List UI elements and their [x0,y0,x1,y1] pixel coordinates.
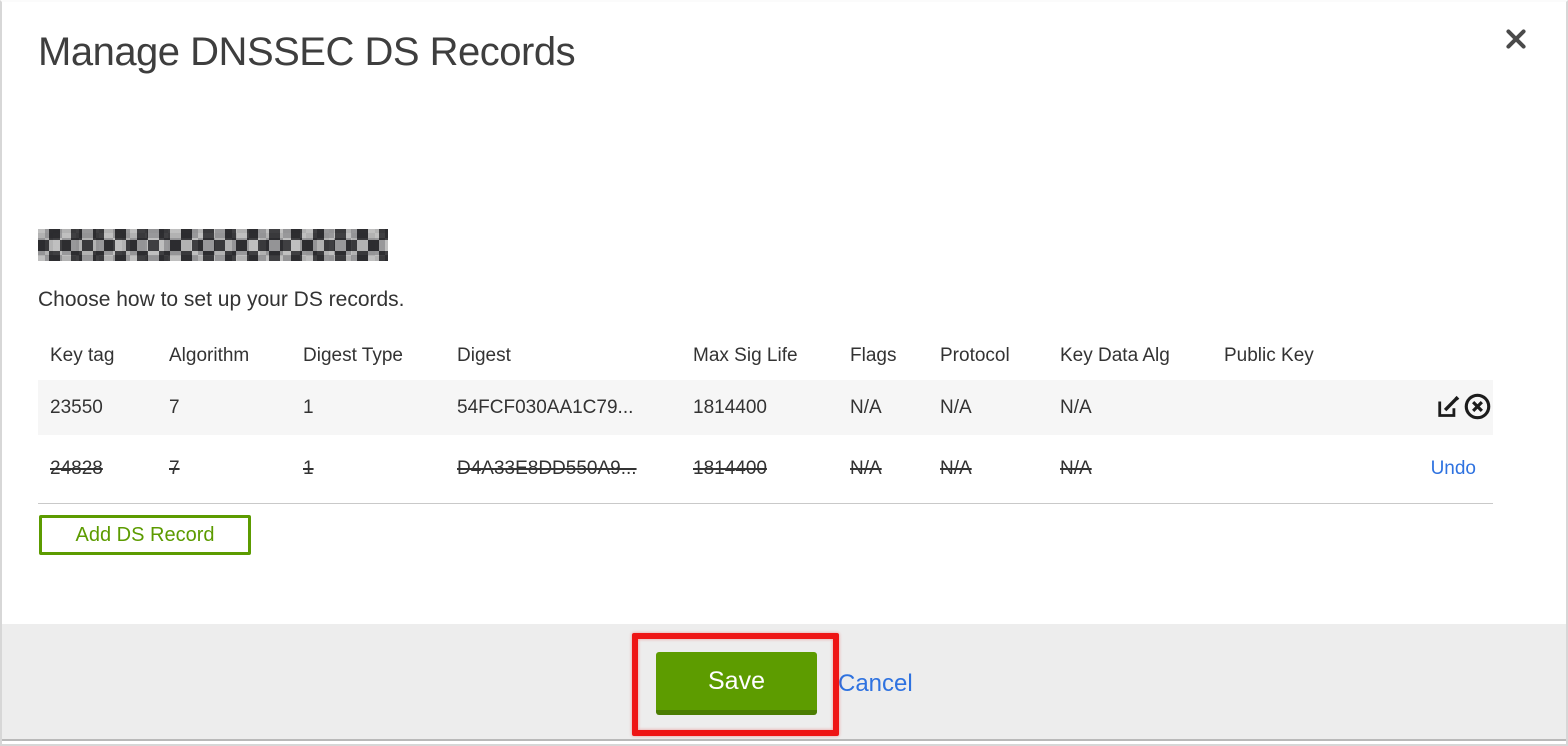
cell-algorithm: 7 [169,458,180,479]
cell-protocol: N/A [940,396,972,418]
cell-flags: N/A [850,396,882,418]
row-actions: Undo [1411,458,1493,480]
close-icon [1502,28,1530,56]
cell-key-tag: 24828 [50,458,103,479]
delete-circle-icon [1463,392,1492,424]
col-header-max-sig-life: Max Sig Life [693,345,798,366]
cell-max-sig-life: 1814400 [693,458,767,479]
edit-record-button[interactable] [1434,394,1462,422]
save-button[interactable]: Save [656,652,817,715]
col-header-key-tag: Key tag [50,345,115,366]
col-header-flags: Flags [850,345,897,366]
edit-icon [1435,393,1462,423]
dnssec-modal: Manage DNSSEC DS Records Choose how to s… [0,0,1568,746]
cell-key-data-alg: N/A [1060,458,1092,479]
cell-key-data-alg: N/A [1060,396,1092,418]
undo-link[interactable]: Undo [1431,458,1491,480]
window-bottom-divider [2,739,1566,741]
col-header-algorithm: Algorithm [169,345,250,366]
cell-digest-type: 1 [303,396,314,418]
setup-instruction-text: Choose how to set up your DS records. [38,288,405,311]
table-header-row: Key tag Algorithm Digest Type Digest Max… [38,332,1493,380]
col-header-digest: Digest [457,345,511,366]
redacted-domain-name [38,229,388,261]
ds-records-table: Key tag Algorithm Digest Type Digest Max… [38,332,1493,504]
modal-footer: Save Cancel [2,624,1566,739]
cell-digest: D4A33E8DD550A9... [457,458,637,479]
cell-key-tag: 23550 [50,396,103,418]
cell-digest: 54FCF030AA1C79... [457,396,634,418]
col-header-public-key: Public Key [1224,345,1314,366]
cell-max-sig-life: 1814400 [693,396,767,418]
cell-flags: N/A [850,458,882,479]
col-header-key-data-alg: Key Data Alg [1060,345,1170,366]
cell-protocol: N/A [940,458,972,479]
row-actions [1411,392,1493,424]
cell-algorithm: 7 [169,396,180,418]
cell-digest-type: 1 [303,458,314,479]
col-header-protocol: Protocol [940,345,1010,366]
col-header-digest-type: Digest Type [303,345,403,366]
add-ds-record-button[interactable]: Add DS Record [39,515,251,555]
page-title: Manage DNSSEC DS Records [38,30,576,74]
table-row-pending-delete: 24828 7 1 D4A33E8DD550A9... 1814400 N/A … [38,435,1493,504]
cancel-link[interactable]: Cancel [838,670,913,698]
close-button[interactable] [1500,24,1532,56]
table-row: 23550 7 1 54FCF030AA1C79... 1814400 N/A … [38,380,1493,435]
delete-record-button[interactable] [1463,392,1492,424]
